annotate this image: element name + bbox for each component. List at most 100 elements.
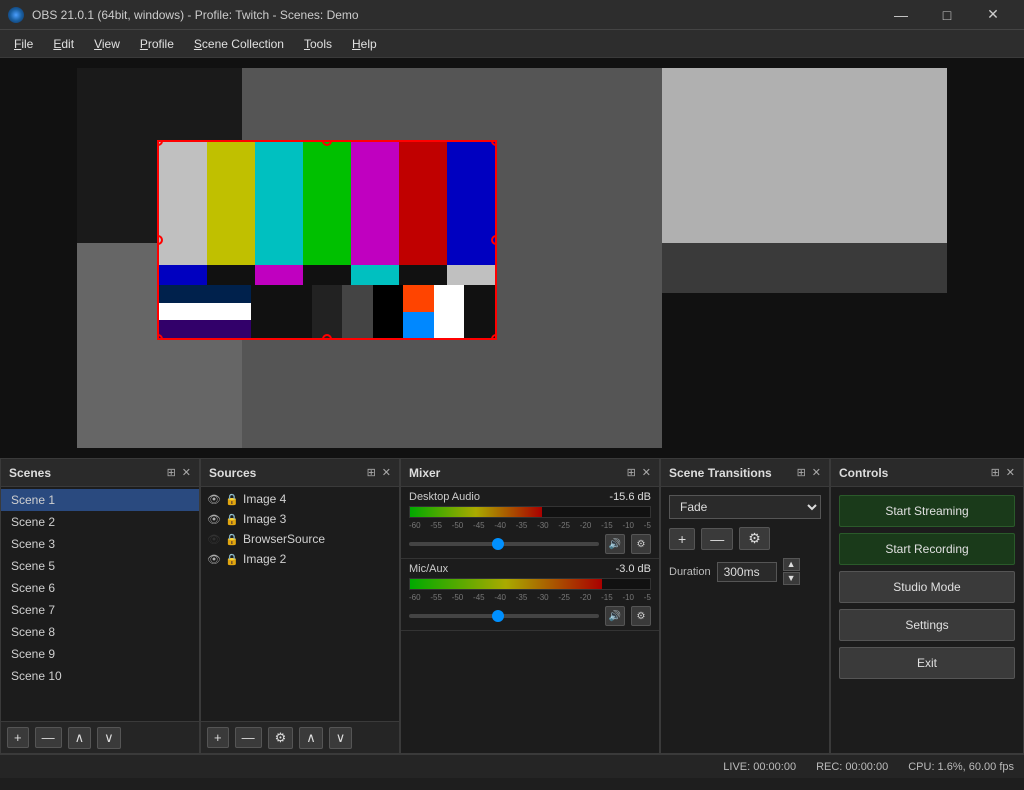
lock-icon-image4[interactable]: 🔒 [225, 493, 239, 506]
scene-item-3[interactable]: Scene 3 [1, 533, 199, 555]
transitions-close-icon[interactable]: ✕ [812, 466, 821, 479]
start-recording-button[interactable]: Start Recording [839, 533, 1015, 565]
scenes-lock-icon[interactable]: ⊞ [167, 466, 176, 479]
sources-panel: Sources ⊞ ✕ 👁 🔒 Image 4 👁 🔒 Image 3 [200, 458, 400, 754]
sources-add-button[interactable]: + [207, 727, 229, 748]
maximize-button[interactable]: □ [924, 0, 970, 30]
scenes-panel-title: Scenes [9, 466, 51, 480]
scenes-add-button[interactable]: + [7, 727, 29, 748]
scene-item-10[interactable]: Scene 10 [1, 665, 199, 687]
scene-item-8[interactable]: Scene 8 [1, 621, 199, 643]
source-item-image3[interactable]: 👁 🔒 Image 3 [201, 509, 399, 529]
scenes-panel-header: Scenes ⊞ ✕ [1, 459, 199, 487]
sources-remove-button[interactable]: — [235, 727, 262, 748]
sources-close-icon[interactable]: ✕ [382, 466, 391, 479]
scenes-remove-button[interactable]: — [35, 727, 62, 748]
scenes-footer: + — ∧ ∨ [1, 721, 199, 753]
scenes-up-button[interactable]: ∧ [68, 727, 92, 749]
menu-help[interactable]: Help [342, 33, 387, 55]
menu-edit[interactable]: Edit [43, 33, 84, 55]
desktop-mute-button[interactable]: 🔊 [605, 534, 625, 554]
transitions-lock-icon[interactable]: ⊞ [797, 466, 806, 479]
lock-icon-browser[interactable]: 🔒 [225, 533, 239, 546]
desktop-level-scale: -60-55-50-45-40-35-30-25-20-15-10-5 [409, 521, 651, 530]
scenes-down-button[interactable]: ∨ [97, 727, 121, 749]
eye-icon-image4[interactable]: 👁 [207, 493, 221, 506]
mic-vol-slider[interactable] [409, 614, 599, 618]
controls-panel: Controls ⊞ ✕ Start Streaming Start Recor… [830, 458, 1024, 754]
mixer-channels: Desktop Audio -15.6 dB -60-55-50-45-40-3… [401, 487, 659, 753]
preview-canvas [77, 68, 947, 448]
mixer-close-icon[interactable]: ✕ [642, 466, 651, 479]
duration-down-button[interactable]: ▼ [783, 572, 800, 585]
studio-mode-button[interactable]: Studio Mode [839, 571, 1015, 603]
sources-down-button[interactable]: ∨ [329, 727, 353, 749]
handle-bm[interactable] [322, 334, 332, 340]
handle-br[interactable] [491, 334, 497, 340]
scenes-close-icon[interactable]: ✕ [182, 466, 191, 479]
sources-panel-icons: ⊞ ✕ [367, 466, 391, 479]
duration-up-button[interactable]: ▲ [783, 558, 800, 571]
menu-profile[interactable]: Profile [130, 33, 184, 55]
menu-scene-collection[interactable]: Scene Collection [184, 33, 294, 55]
start-streaming-button[interactable]: Start Streaming [839, 495, 1015, 527]
source-item-image4[interactable]: 👁 🔒 Image 4 [201, 489, 399, 509]
source-label-image3: Image 3 [243, 512, 286, 526]
eye-icon-image2[interactable]: 👁 [207, 553, 221, 566]
mic-mute-button[interactable]: 🔊 [605, 606, 625, 626]
bar-yellow [207, 142, 255, 265]
desktop-mixer-controls: 🔊 ⚙ [409, 534, 651, 554]
handle-mr[interactable] [491, 235, 497, 245]
desktop-vol-thumb[interactable] [492, 538, 504, 550]
lock-icon-image2[interactable]: 🔒 [225, 553, 239, 566]
exit-button[interactable]: Exit [839, 647, 1015, 679]
desktop-settings-button[interactable]: ⚙ [631, 534, 651, 554]
menubar: File Edit View Profile Scene Collection … [0, 30, 1024, 58]
transitions-panel-header: Scene Transitions ⊞ ✕ [661, 459, 829, 487]
transition-add-button[interactable]: + [669, 528, 695, 550]
close-button[interactable]: ✕ [970, 0, 1016, 30]
canvas-bottom-right-black [662, 293, 947, 448]
mic-aux-header: Mic/Aux -3.0 dB [409, 563, 651, 575]
scene-item-1[interactable]: Scene 1 [1, 489, 199, 511]
transition-settings-button[interactable]: ⚙ [739, 527, 770, 550]
sources-settings-button[interactable]: ⚙ [268, 727, 294, 749]
sources-up-button[interactable]: ∧ [299, 727, 323, 749]
menu-tools[interactable]: Tools [294, 33, 342, 55]
source-item-browser[interactable]: 👁 🔒 BrowserSource [201, 529, 399, 549]
bar-magenta-mid [255, 265, 303, 285]
scene-item-9[interactable]: Scene 9 [1, 643, 199, 665]
scene-item-7[interactable]: Scene 7 [1, 599, 199, 621]
menu-file[interactable]: File [4, 33, 43, 55]
scene-item-2[interactable]: Scene 2 [1, 511, 199, 533]
lock-icon-image3[interactable]: 🔒 [225, 513, 239, 526]
minimize-button[interactable]: — [878, 0, 924, 30]
mic-vol-thumb[interactable] [492, 610, 504, 622]
desktop-audio-name: Desktop Audio [409, 491, 480, 503]
desktop-level-fill [410, 507, 542, 517]
controls-lock-icon[interactable]: ⊞ [991, 466, 1000, 479]
live-status: LIVE: 00:00:00 [723, 761, 796, 773]
controls-close-icon[interactable]: ✕ [1006, 466, 1015, 479]
eye-icon-image3[interactable]: 👁 [207, 513, 221, 526]
titlebar-controls: — □ ✕ [878, 0, 1016, 30]
mic-mixer-controls: 🔊 ⚙ [409, 606, 651, 626]
settings-button[interactable]: Settings [839, 609, 1015, 641]
source-item-image2[interactable]: 👁 🔒 Image 2 [201, 549, 399, 569]
scenes-panel: Scenes ⊞ ✕ Scene 1 Scene 2 Scene 3 Scene… [0, 458, 200, 754]
transition-remove-button[interactable]: — [701, 528, 733, 550]
bar-black-mid [207, 265, 255, 285]
duration-input[interactable] [717, 562, 777, 582]
bar-cyan-mid [351, 265, 399, 285]
desktop-vol-slider[interactable] [409, 542, 599, 546]
bar-blue [447, 142, 495, 265]
sources-lock-icon[interactable]: ⊞ [367, 466, 376, 479]
menu-view[interactable]: View [84, 33, 130, 55]
scene-item-5[interactable]: Scene 5 [1, 555, 199, 577]
mixer-lock-icon[interactable]: ⊞ [627, 466, 636, 479]
transition-select[interactable]: Fade Cut Move [669, 495, 821, 519]
scene-item-6[interactable]: Scene 6 [1, 577, 199, 599]
mixer-panel-header: Mixer ⊞ ✕ [401, 459, 659, 487]
mic-settings-button[interactable]: ⚙ [631, 606, 651, 626]
eye-icon-browser[interactable]: 👁 [207, 533, 221, 546]
